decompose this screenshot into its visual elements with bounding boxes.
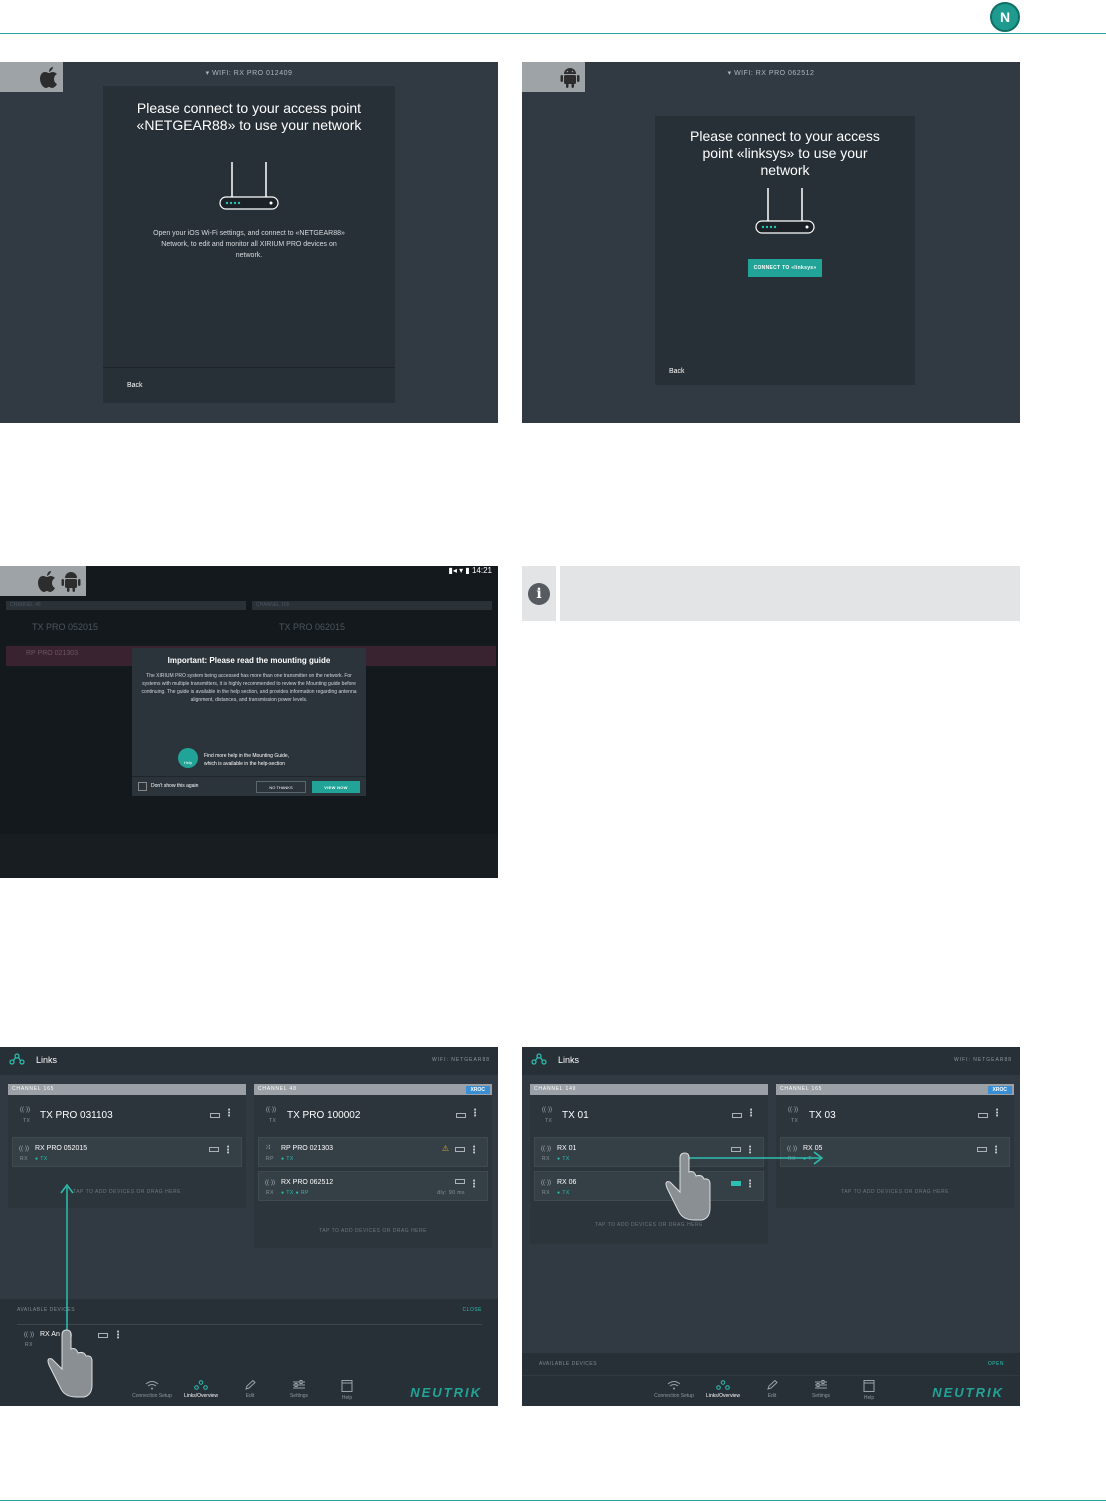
dialog-title: Please connect to your access point «NET… [136, 100, 362, 133]
dont-show-checkbox[interactable] [138, 782, 147, 791]
bg-rp-name: RP PRO 021303 [26, 650, 79, 657]
modal-footer: Don't show this again NO THANKS VIEW NOW [132, 776, 366, 796]
modal-body: The XIRIUM PRO system being accessed has… [141, 673, 357, 703]
bg-tx-name: TX PRO 062015 [279, 622, 346, 632]
bg-channel-label: CHANNEL 165 [256, 602, 290, 608]
back-button[interactable]: Back [669, 368, 685, 375]
no-thanks-button[interactable]: NO THANKS [256, 781, 306, 793]
mounting-guide-modal: Important: Please read the mounting guid… [132, 648, 366, 796]
bg-channel-label: CHANNEL 48 [10, 602, 41, 608]
screenshot-ios-connect: ▾ WIFI: RX PRO 012409 Please connect to … [0, 62, 498, 423]
wifi-label: ▾ WIFI: RX PRO 062512 [727, 70, 815, 77]
os-badge [0, 62, 63, 92]
info-icon-cell: i [522, 566, 560, 621]
dialog-title: Please connect to your access point «lin… [690, 128, 880, 178]
signal-icon: ▮◂ ▾ ▮ [448, 566, 470, 575]
neutrik-logo-icon: N [990, 2, 1020, 32]
connect-dialog: Please connect to your access point «NET… [103, 86, 395, 403]
dont-show-label: Don't show this again [151, 783, 199, 789]
dialog-body: Open your iOS Wi-Fi settings, and connec… [153, 230, 345, 259]
dialog-footer: Back [655, 357, 915, 385]
router-icon [755, 188, 815, 234]
apple-icon [38, 571, 55, 592]
wifi-label: ▾ WIFI: RX PRO 012409 [205, 70, 293, 77]
router-icon [219, 162, 279, 210]
info-icon: i [528, 582, 550, 605]
wifi-icon: ▾ [727, 70, 732, 77]
help-book-icon[interactable]: Help [178, 748, 198, 768]
android-icon [61, 572, 81, 592]
bg-tx-name: TX PRO 052015 [32, 622, 99, 632]
os-badge [0, 566, 86, 596]
bg-bottom-bar [0, 834, 498, 878]
status-time: 14:21 [471, 566, 492, 575]
info-note: i [522, 566, 1020, 621]
connect-dialog: Please connect to your access point «lin… [655, 116, 915, 385]
footer-rule [0, 1500, 1106, 1501]
dialog-footer: Back [103, 367, 395, 403]
screenshot-links-drag: Links WIFI: NETGEAR88 CHANNEL 165 ((·)) … [0, 1047, 498, 1406]
screenshot-android-connect: ▾ WIFI: RX PRO 062512 Please connect to … [522, 62, 1020, 423]
drag-gesture-overlay [665, 1151, 824, 1221]
modal-title: Important: Please read the mounting guid… [167, 656, 331, 665]
view-now-button[interactable]: VIEW NOW [312, 781, 360, 793]
status-bar: ▮◂ ▾ ▮ 14:21 [448, 566, 492, 575]
wifi-icon: ▾ [205, 70, 210, 77]
back-button[interactable]: Back [127, 382, 143, 389]
bg-channel-head [6, 601, 246, 610]
header-rule [0, 33, 1106, 34]
modal-help-text: Find more help in the Mounting Guide, wh… [204, 753, 290, 767]
drag-gesture-overlay [47, 1183, 93, 1398]
screenshot-mounting-guide: ▮◂ ▾ ▮ 14:21 CHANNEL 48 CHANNEL 165 TX P… [0, 566, 498, 878]
os-badge [522, 62, 585, 92]
screenshot-links-drag-horizontal: Links WIFI: NETGEAR88 CHANNEL 149 ((·)) … [522, 1047, 1020, 1406]
connect-button[interactable]: CONNECT TO «linksys» [748, 259, 822, 277]
